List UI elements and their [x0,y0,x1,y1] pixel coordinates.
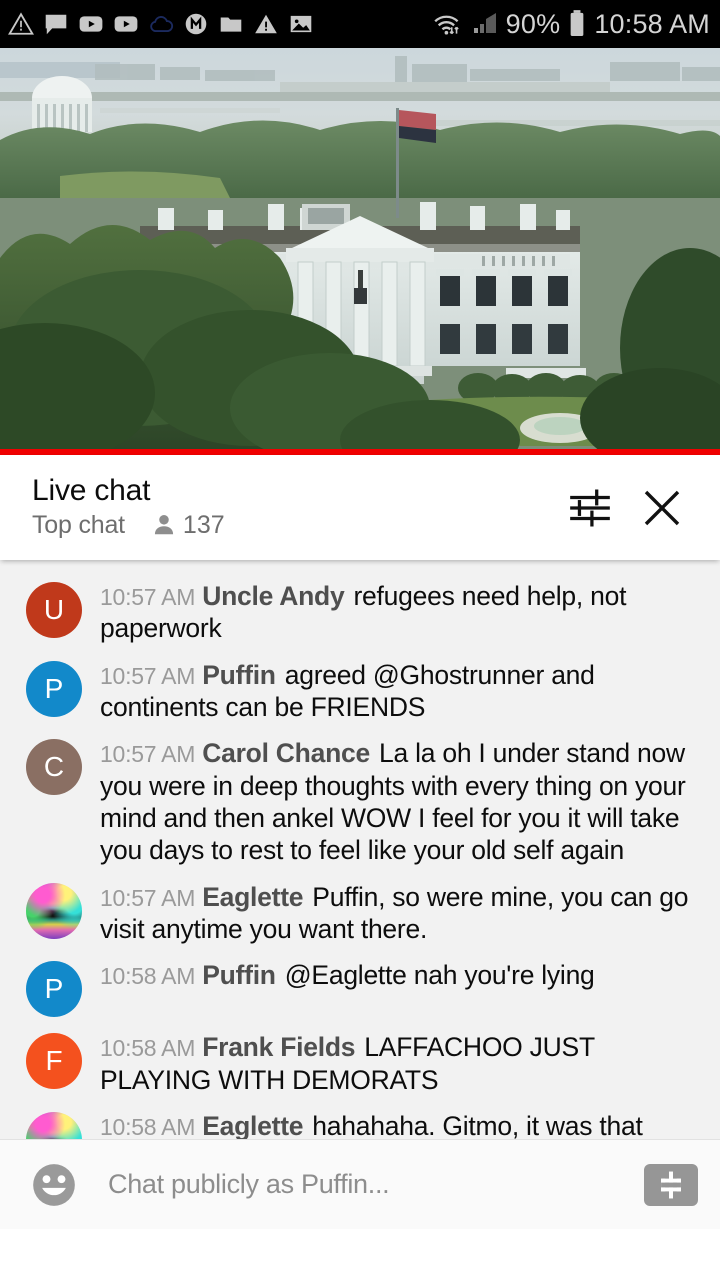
live-chat-subheader: Top chat 137 [32,511,554,540]
chat-message-body: 10:58 AM Frank Fields LAFFACHOO JUST PLAYI… [100,1029,700,1096]
emoji-smiley-icon [33,1163,75,1206]
avatar-initial: P [44,973,64,1005]
message-timestamp: 10:58 AM [100,963,196,990]
viewer-count-label: 137 [182,510,225,539]
avatar[interactable]: C [26,739,82,796]
chat-message[interactable]: C 10:57 AM Carol Chance La la oh I under s… [0,729,720,872]
message-author[interactable]: Uncle Andy [202,581,345,611]
message-timestamp: 10:57 AM [100,584,196,610]
superchat-button[interactable] [644,1163,698,1206]
status-bar-system-icons: 90% 10:58 AM [432,9,710,40]
message-author[interactable]: Puffin [202,960,276,990]
youtube-play-icon [114,16,138,32]
emoji-picker-button[interactable] [26,1157,82,1213]
message-author[interactable]: Eaglette [202,882,303,912]
clock-label: 10:58 AM [594,8,710,39]
message-text: @Eaglette nah you're lying [284,960,595,991]
folder-icon [220,17,242,32]
m-badge-icon [185,13,207,35]
avatar[interactable]: P [26,660,82,717]
close-x-icon [644,490,680,525]
avatar-initial: F [45,1045,63,1077]
avatar[interactable]: F [26,1033,82,1090]
chat-message[interactable]: F 10:58 AM Frank Fields LAFFACHOO JUST PLA… [0,1023,720,1102]
chat-message-body: 10:58 AM Eaglette hahahaha. Gitmo, it was … [100,1108,700,1139]
chat-message[interactable]: 10:58 AM Eaglette hahahaha. Gitmo, it was … [0,1102,720,1139]
avatar-initial: U [43,594,65,625]
chat-message[interactable]: P 10:57 AM Puffin agreed @Ghostrunner and … [0,651,720,730]
chat-mode-label[interactable]: Top chat [32,511,125,540]
dollar-superchat-icon [661,1171,681,1198]
chat-message-body: 10:57 AM Puffin agreed @Ghostrunner and co… [100,657,700,724]
message-author[interactable]: Puffin [202,660,276,690]
avatar-initial: P [44,672,64,704]
avatar[interactable] [26,1111,82,1139]
chat-input[interactable] [82,1169,634,1200]
message-timestamp: 10:58 AM [100,1113,196,1139]
chat-message[interactable]: 10:57 AM Eaglette Puffin, so were mine, yo… [0,873,720,952]
chat-input-bar [0,1139,720,1229]
chat-message-body: 10:58 AM Puffin @Eaglette nah you're lying [100,957,700,991]
image-icon [290,15,312,33]
battery-icon [570,10,584,36]
chat-message-body: 10:57 AM Uncle Andy refugees need help, no… [100,578,700,645]
message-author[interactable]: Eaglette [202,1111,303,1139]
message-timestamp: 10:57 AM [100,741,196,768]
page-title: Live chat [32,474,151,508]
warning-triangle-icon [8,12,34,35]
white-house-live-video-frame [0,48,720,455]
avatar[interactable]: P [26,961,82,1018]
chat-message[interactable]: P 10:58 AM Puffin @Eaglette nah you're lyi… [0,951,720,1023]
chat-message-body: 10:57 AM Eaglette Puffin, so were mine, yo… [100,879,700,946]
message-timestamp: 10:57 AM [100,884,196,911]
viewer-count-block: 137 [151,511,225,540]
message-timestamp: 10:58 AM [100,1035,196,1062]
close-chat-button[interactable] [626,472,698,544]
chat-settings-button[interactable] [554,472,626,544]
message-bubble-icon [45,14,67,35]
battery-percent-label: 90% [505,8,561,39]
message-timestamp: 10:57 AM [100,662,196,689]
cloud-outline-icon [150,16,174,32]
status-bar-notification-icons [8,11,432,37]
avatar-initial: C [43,751,65,783]
status-bar: 90% 10:58 AM [0,0,720,48]
chat-message[interactable]: U 10:57 AM Uncle Andy refugees need help, … [0,572,720,651]
avatar[interactable]: U [26,582,82,638]
person-icon [154,515,174,535]
wifi-transfer-icon [434,15,459,35]
warning-triangle-icon [255,14,277,34]
chat-message-body: 10:57 AM Carol Chance La la oh I under sta… [100,735,700,866]
cellular-signal-icon [473,13,496,33]
avatar[interactable] [26,882,82,939]
message-author[interactable]: Frank Fields [202,1032,355,1062]
live-chat-header-text-block: Live chat Top chat 137 [32,475,554,540]
sliders-settings-icon [570,489,610,526]
youtube-play-icon [79,16,103,32]
message-author[interactable]: Carol Chance [202,738,370,768]
live-chat-header: Live chat Top chat 137 [0,455,720,560]
video-player[interactable] [0,48,720,455]
chat-message-list[interactable]: U 10:57 AM Uncle Andy refugees need help, … [0,560,720,1139]
